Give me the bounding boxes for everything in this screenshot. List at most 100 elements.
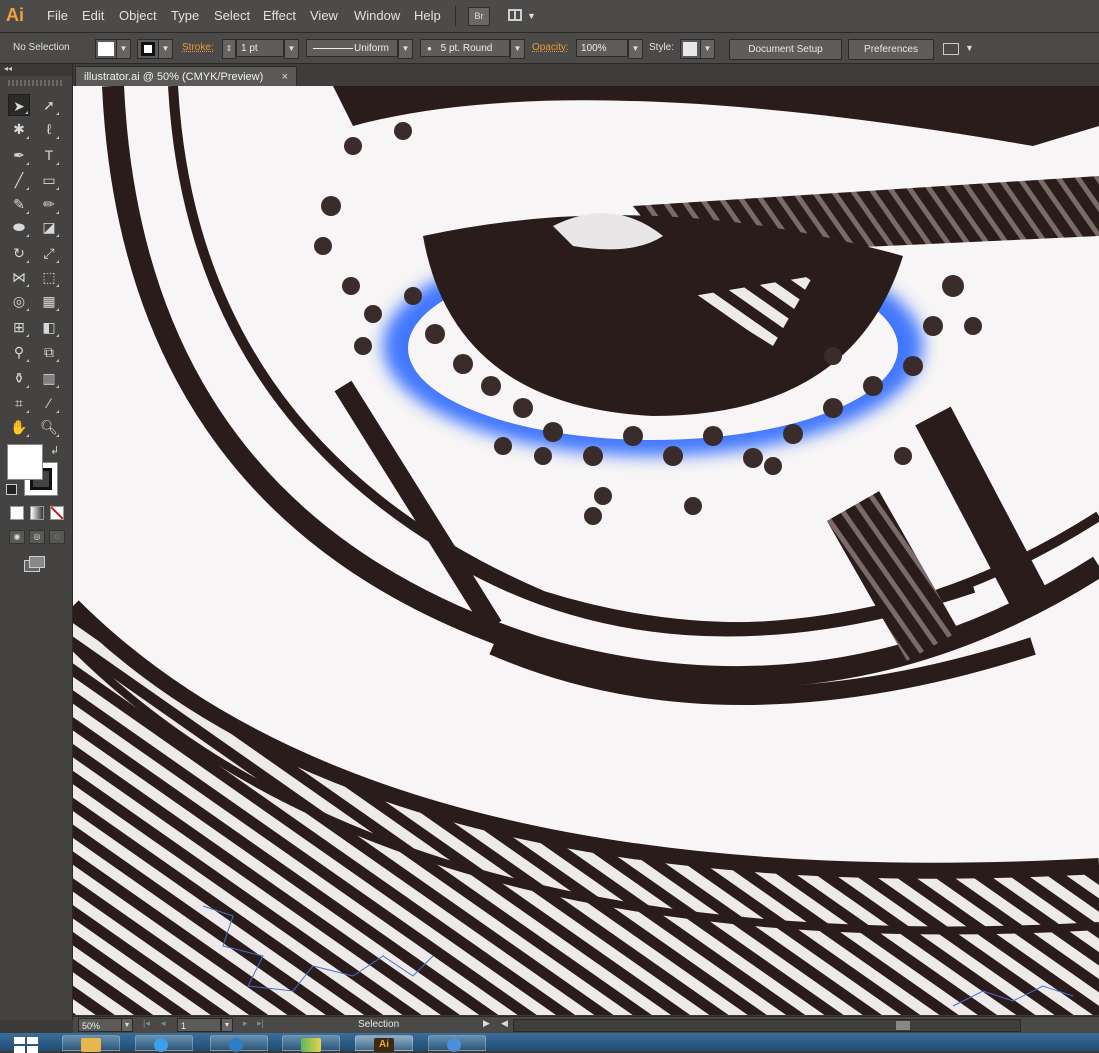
free-transform-tool-icon[interactable]: ⬚ xyxy=(38,266,60,288)
eyedropper-tool-icon[interactable]: ⚲ xyxy=(8,341,30,363)
gradient-tool-icon[interactable]: ◧ xyxy=(38,316,60,338)
zoom-field[interactable]: 50% xyxy=(78,1018,122,1032)
artboard-tool-icon[interactable]: ⌗ xyxy=(8,392,30,414)
scroll-left-icon[interactable]: ◀ xyxy=(501,1018,508,1029)
panel-grip[interactable] xyxy=(8,80,63,86)
perspective-grid-tool-icon[interactable]: ▦ xyxy=(38,290,60,312)
draw-normal-icon[interactable]: ◉ xyxy=(9,530,25,544)
swap-fill-stroke-icon[interactable]: ↲ xyxy=(50,444,59,457)
style-dropdown[interactable]: ▼ xyxy=(700,39,715,59)
taskbar-media[interactable] xyxy=(210,1035,268,1052)
graphic-style-icon xyxy=(683,42,697,56)
color-mode-icon[interactable] xyxy=(10,506,24,520)
document-setup-button[interactable]: Document Setup xyxy=(729,39,842,60)
opacity-label[interactable]: Opacity: xyxy=(532,42,569,53)
menu-help[interactable]: Help xyxy=(414,8,441,23)
symbol-sprayer-tool-icon[interactable]: ⚱ xyxy=(8,367,30,389)
taskbar-illustrator[interactable]: Ai xyxy=(355,1035,413,1052)
rectangle-tool-icon[interactable]: ▭ xyxy=(38,169,60,191)
direct-selection-tool-icon[interactable]: ➚ xyxy=(38,94,60,116)
selection-tool-icon[interactable]: ➤ xyxy=(8,94,30,116)
magic-wand-tool-icon[interactable]: ✱ xyxy=(8,118,30,140)
bridge-button[interactable]: Br xyxy=(468,7,490,26)
graphic-style-swatch[interactable] xyxy=(680,39,702,59)
slice-tool-icon[interactable]: ⁄ xyxy=(38,392,60,414)
column-graph-tool-icon[interactable]: ▥ xyxy=(38,367,60,389)
taskbar-store[interactable] xyxy=(282,1035,340,1052)
brush-definition[interactable]: ● 5 pt. Round xyxy=(420,39,510,57)
menu-object[interactable]: Object xyxy=(119,8,157,23)
fill-dropdown[interactable]: ▼ xyxy=(116,39,131,59)
paintbrush-tool-icon[interactable]: ✎ xyxy=(8,193,30,215)
selection-status: No Selection xyxy=(13,42,70,53)
taskbar-app[interactable] xyxy=(428,1035,486,1052)
taskbar-ie[interactable] xyxy=(135,1035,193,1052)
artboard-field[interactable]: 1 xyxy=(177,1018,221,1032)
fill-color-box[interactable] xyxy=(7,444,43,480)
artwork xyxy=(73,86,1099,1015)
menu-file[interactable]: File xyxy=(47,8,68,23)
top-mass xyxy=(333,86,1099,146)
blend-tool-icon[interactable]: ⧉ xyxy=(38,341,60,363)
screen-mode-icon[interactable] xyxy=(24,556,45,572)
first-artboard-icon[interactable]: |◂ xyxy=(143,1018,150,1029)
variable-width-profile[interactable]: Uniform xyxy=(306,39,398,57)
default-fill-stroke-icon[interactable] xyxy=(6,484,17,495)
zoom-tool-icon[interactable]: 🔍︎ xyxy=(38,416,60,438)
gradient-mode-icon[interactable] xyxy=(30,506,44,520)
document-tab[interactable]: illustrator.ai @ 50% (CMYK/Preview) × xyxy=(75,66,297,86)
stroke-weight-stepper[interactable]: ⇕ xyxy=(222,39,236,59)
opacity-dropdown[interactable]: ▼ xyxy=(628,39,643,59)
menu-window[interactable]: Window xyxy=(354,8,400,23)
line-tool-icon[interactable]: ╱ xyxy=(8,169,30,191)
menu-edit[interactable]: Edit xyxy=(82,8,104,23)
opacity-field[interactable]: 100% xyxy=(576,39,628,57)
close-icon[interactable]: × xyxy=(282,67,288,87)
pencil-tool-icon[interactable]: ✏ xyxy=(38,193,60,215)
horizontal-scrollbar[interactable] xyxy=(513,1019,1021,1032)
mesh-tool-icon[interactable]: ⊞ xyxy=(8,316,30,338)
arrange-documents-button[interactable]: ▼ xyxy=(506,6,536,26)
document-tab-bar: illustrator.ai @ 50% (CMYK/Preview) × xyxy=(73,64,1099,86)
stroke-label[interactable]: Stroke: xyxy=(182,42,214,53)
stroke-weight-field[interactable]: 1 pt xyxy=(236,39,284,57)
last-artboard-icon[interactable]: ▸| xyxy=(257,1018,264,1029)
menu-view[interactable]: View xyxy=(310,8,338,23)
blob-brush-tool-icon[interactable]: ⬬ xyxy=(8,216,30,238)
stroke-dropdown[interactable]: ▼ xyxy=(158,39,173,59)
stroke-weight-dropdown[interactable]: ▼ xyxy=(284,39,299,59)
draw-behind-icon[interactable]: ◎ xyxy=(29,530,45,544)
browser-icon xyxy=(154,1038,168,1052)
next-artboard-icon[interactable]: ▸ xyxy=(243,1018,248,1029)
width-tool-icon[interactable]: ⋈ xyxy=(8,266,30,288)
collapse-icon[interactable]: ◂◂ xyxy=(4,64,12,73)
taskbar-explorer[interactable] xyxy=(62,1035,120,1052)
scale-tool-icon[interactable]: ⤢ xyxy=(38,242,60,264)
windows-start-icon[interactable] xyxy=(14,1037,40,1053)
brush-dropdown[interactable]: ▼ xyxy=(510,39,525,59)
profile-dropdown[interactable]: ▼ xyxy=(398,39,413,59)
draw-inside-icon[interactable]: ◌ xyxy=(49,530,65,544)
control-bar: No Selection ▼ ▼ Stroke: ⇕ 1 pt ▼ Unifor… xyxy=(0,33,1099,64)
menu-effect[interactable]: Effect xyxy=(263,8,296,23)
eraser-tool-icon[interactable]: ◪ xyxy=(38,216,60,238)
previous-artboard-icon[interactable]: ◂ xyxy=(161,1018,166,1029)
control-menu-icon[interactable]: ▼ xyxy=(965,43,974,53)
artboard-canvas[interactable] xyxy=(73,86,1099,1015)
arrange-icon[interactable] xyxy=(943,43,959,55)
artboard-dropdown[interactable]: ▼ xyxy=(221,1018,233,1032)
preferences-button[interactable]: Preferences xyxy=(848,39,934,60)
hand-tool-icon[interactable]: ✋ xyxy=(8,416,30,438)
type-tool-icon[interactable]: T xyxy=(38,144,60,166)
menu-type[interactable]: Type xyxy=(171,8,199,23)
menu-select[interactable]: Select xyxy=(214,8,250,23)
zoom-dropdown[interactable]: ▼ xyxy=(121,1018,133,1032)
lasso-tool-icon[interactable]: ℓ xyxy=(38,118,60,140)
pen-tool-icon[interactable]: ✒ xyxy=(8,144,30,166)
shape-builder-tool-icon[interactable]: ◎ xyxy=(8,290,30,312)
scrollbar-thumb[interactable] xyxy=(896,1021,910,1030)
store-icon xyxy=(301,1038,321,1052)
rotate-tool-icon[interactable]: ↻ xyxy=(8,242,30,264)
none-mode-icon[interactable] xyxy=(50,506,64,520)
status-menu-icon[interactable]: ▶ xyxy=(483,1018,490,1029)
